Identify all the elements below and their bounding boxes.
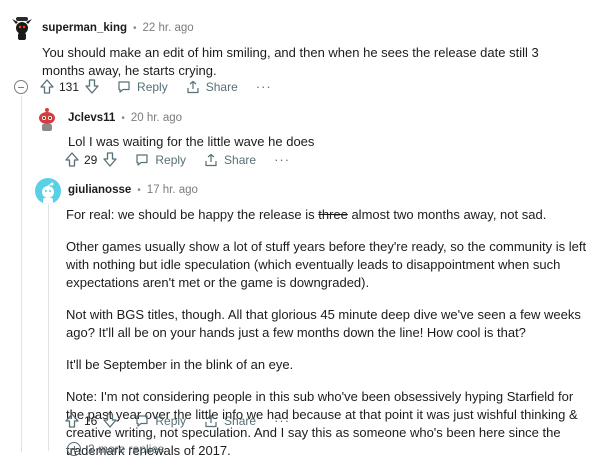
reddit-snoo-avatar-icon bbox=[39, 108, 55, 131]
share-icon bbox=[205, 153, 217, 166]
downvote-icon[interactable] bbox=[103, 413, 118, 428]
vote-score: 16 bbox=[84, 413, 98, 428]
share-label: Share bbox=[224, 152, 257, 167]
reply-icon bbox=[118, 80, 130, 93]
separator-dot: • bbox=[121, 112, 125, 124]
share-icon bbox=[187, 80, 199, 93]
username[interactable]: Jclevs11 bbox=[68, 112, 115, 124]
reply-button[interactable]: Reply bbox=[135, 153, 186, 167]
collapse-icon[interactable] bbox=[14, 80, 28, 94]
more-options-icon[interactable]: ··· bbox=[256, 79, 272, 94]
avatar[interactable] bbox=[34, 107, 60, 133]
reply-icon bbox=[136, 414, 148, 427]
vote-score: 29 bbox=[84, 152, 98, 167]
comment-body: Lol I was waiting for the little wave he… bbox=[68, 133, 588, 151]
separator-dot: • bbox=[133, 22, 137, 34]
share-button[interactable]: Share bbox=[204, 414, 256, 428]
reply-icon bbox=[136, 153, 148, 166]
username[interactable]: giulianosse bbox=[68, 184, 131, 196]
vote-score: 131 bbox=[59, 79, 80, 94]
thread-line-reply bbox=[48, 186, 49, 451]
more-options-icon[interactable]: ··· bbox=[274, 413, 290, 428]
share-button[interactable]: Share bbox=[186, 80, 238, 94]
comment-paragraph: You should make an edit of him smiling, … bbox=[42, 45, 539, 78]
text-segment: almost two months away, not sad. bbox=[347, 207, 547, 222]
expand-icon bbox=[67, 442, 81, 456]
avatar[interactable] bbox=[35, 178, 61, 204]
timestamp[interactable]: 17 hr. ago bbox=[147, 184, 198, 196]
reddit-snoo-avatar-icon bbox=[42, 182, 54, 204]
more-replies-button[interactable]: 2 more replies bbox=[67, 442, 164, 456]
comment-header: superman_king • 22 hr. ago bbox=[42, 22, 194, 34]
share-button[interactable]: Share bbox=[204, 153, 256, 167]
reply-button[interactable]: Reply bbox=[135, 414, 186, 428]
comment-actions: 29 Reply Share ··· bbox=[65, 152, 290, 167]
downvote-icon[interactable] bbox=[85, 79, 99, 94]
timestamp[interactable]: 22 hr. ago bbox=[143, 22, 194, 34]
comment-paragraph: Lol I was waiting for the little wave he… bbox=[68, 134, 315, 149]
avatar[interactable] bbox=[9, 15, 35, 41]
comment-actions: 131 Reply Share ··· bbox=[40, 79, 272, 94]
share-label: Share bbox=[205, 79, 238, 94]
comment-paragraph: For real: we should be happy the release… bbox=[66, 206, 594, 224]
comment-actions: 16 Reply Share ··· bbox=[65, 413, 290, 428]
share-label: Share bbox=[224, 413, 257, 428]
reply-button[interactable]: Reply bbox=[117, 80, 168, 94]
comment-header: Jclevs11 • 20 hr. ago bbox=[68, 112, 182, 124]
reply-label: Reply bbox=[155, 413, 187, 428]
comment-paragraph: Other games usually show a lot of stuff … bbox=[66, 239, 587, 290]
upvote-icon[interactable] bbox=[65, 413, 79, 428]
text-segment: For real: we should be happy the release… bbox=[66, 207, 319, 222]
reply-label: Reply bbox=[137, 79, 168, 94]
thread-line-main bbox=[21, 96, 22, 452]
separator-dot: • bbox=[137, 184, 141, 196]
comment-header: giulianosse • 17 hr. ago bbox=[68, 184, 198, 196]
upvote-icon[interactable] bbox=[65, 152, 79, 167]
comment-paragraph: It'll be September in the blink of an ey… bbox=[66, 357, 294, 372]
more-options-icon[interactable]: ··· bbox=[274, 152, 290, 167]
strikethrough-text: three bbox=[318, 207, 348, 222]
comment-paragraph: Not with BGS titles, though. All that gl… bbox=[66, 307, 581, 340]
timestamp[interactable]: 20 hr. ago bbox=[131, 112, 182, 124]
more-replies-label: 2 more replies bbox=[88, 442, 165, 456]
username[interactable]: superman_king bbox=[42, 22, 127, 34]
reddit-snoo-avatar-icon bbox=[12, 17, 32, 40]
downvote-icon[interactable] bbox=[103, 152, 118, 167]
reply-label: Reply bbox=[155, 152, 187, 167]
upvote-icon[interactable] bbox=[40, 79, 54, 94]
share-icon bbox=[205, 414, 217, 427]
comment-body: You should make an edit of him smiling, … bbox=[42, 44, 582, 80]
